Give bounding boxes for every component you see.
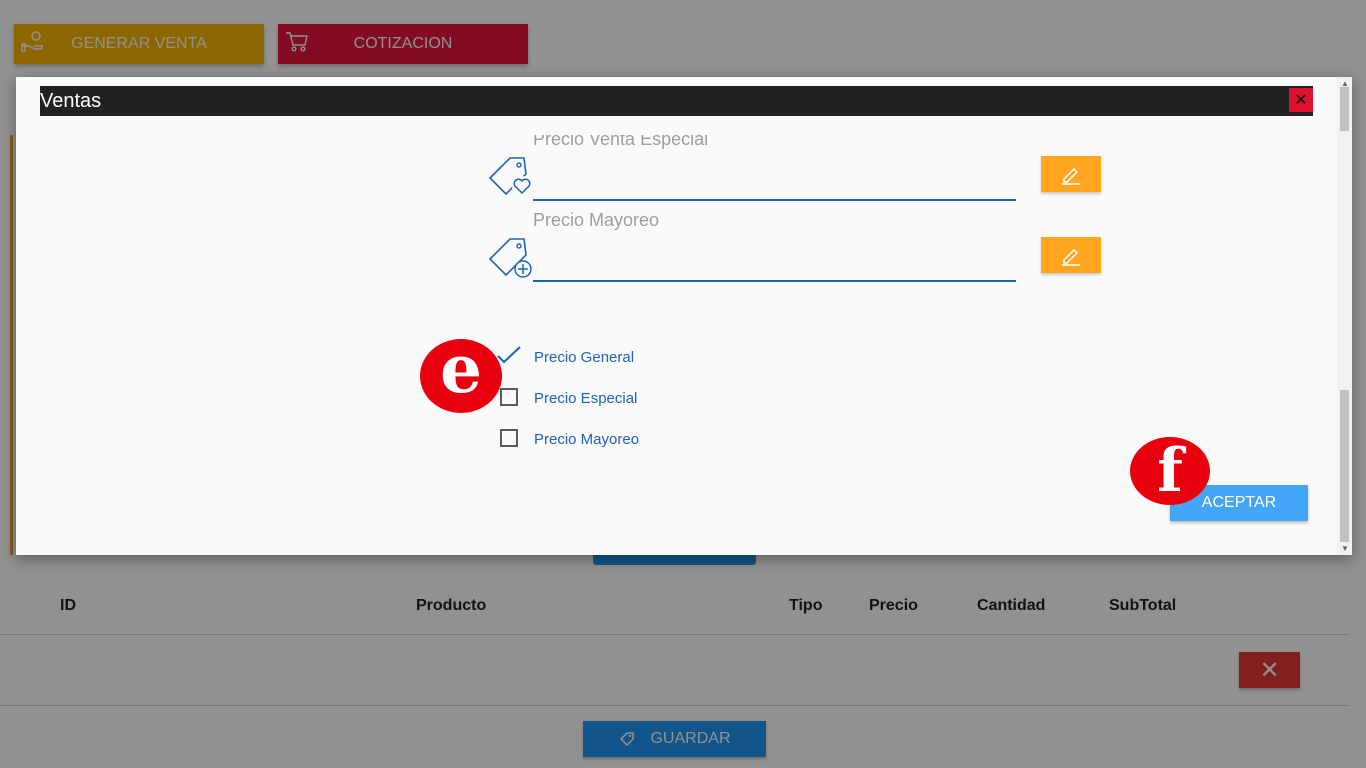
modal-scrollbar[interactable]: ▲ ▼ (1337, 77, 1352, 555)
aceptar-label: ACEPTAR (1201, 494, 1277, 511)
annotation-badge-e-label: e (440, 330, 482, 408)
modal-close-button[interactable]: ✕ (1289, 88, 1313, 112)
pencil-icon (1062, 167, 1080, 185)
option-precio-mayoreo[interactable]: Precio Mayoreo (534, 431, 639, 448)
checkbox-precio-mayoreo[interactable] (500, 429, 518, 447)
outer-scroll-thumb[interactable] (1340, 87, 1349, 131)
option-precio-general[interactable]: Precio General (534, 349, 634, 366)
annotation-badge-f: f (1130, 437, 1210, 505)
pencil-icon (1062, 248, 1080, 266)
edit-precio-especial-button[interactable] (1041, 156, 1101, 192)
close-icon: ✕ (1294, 92, 1308, 109)
option-precio-especial[interactable]: Precio Especial (534, 390, 637, 407)
modal-title: Ventas (40, 89, 102, 112)
scroll-thumb[interactable] (1340, 390, 1349, 542)
scroll-down-icon[interactable]: ▼ (1341, 544, 1349, 553)
edit-precio-mayoreo-button[interactable] (1041, 237, 1101, 273)
checkbox-precio-especial[interactable] (500, 388, 518, 406)
annotation-badge-f-label: f (1157, 436, 1183, 506)
tag-plus-icon (488, 238, 532, 278)
precio-venta-especial-label: Precio Venta Especial (533, 129, 709, 149)
modal-title-bar: Ventas ✕ (40, 86, 1313, 116)
annotation-badge-e: e (420, 330, 502, 413)
check-icon[interactable] (496, 345, 522, 365)
tag-heart-icon (488, 157, 532, 196)
precio-venta-especial-input[interactable] (533, 199, 1016, 201)
precio-mayoreo-input[interactable] (533, 280, 1016, 282)
precio-mayoreo-label: Precio Mayoreo (533, 210, 660, 230)
